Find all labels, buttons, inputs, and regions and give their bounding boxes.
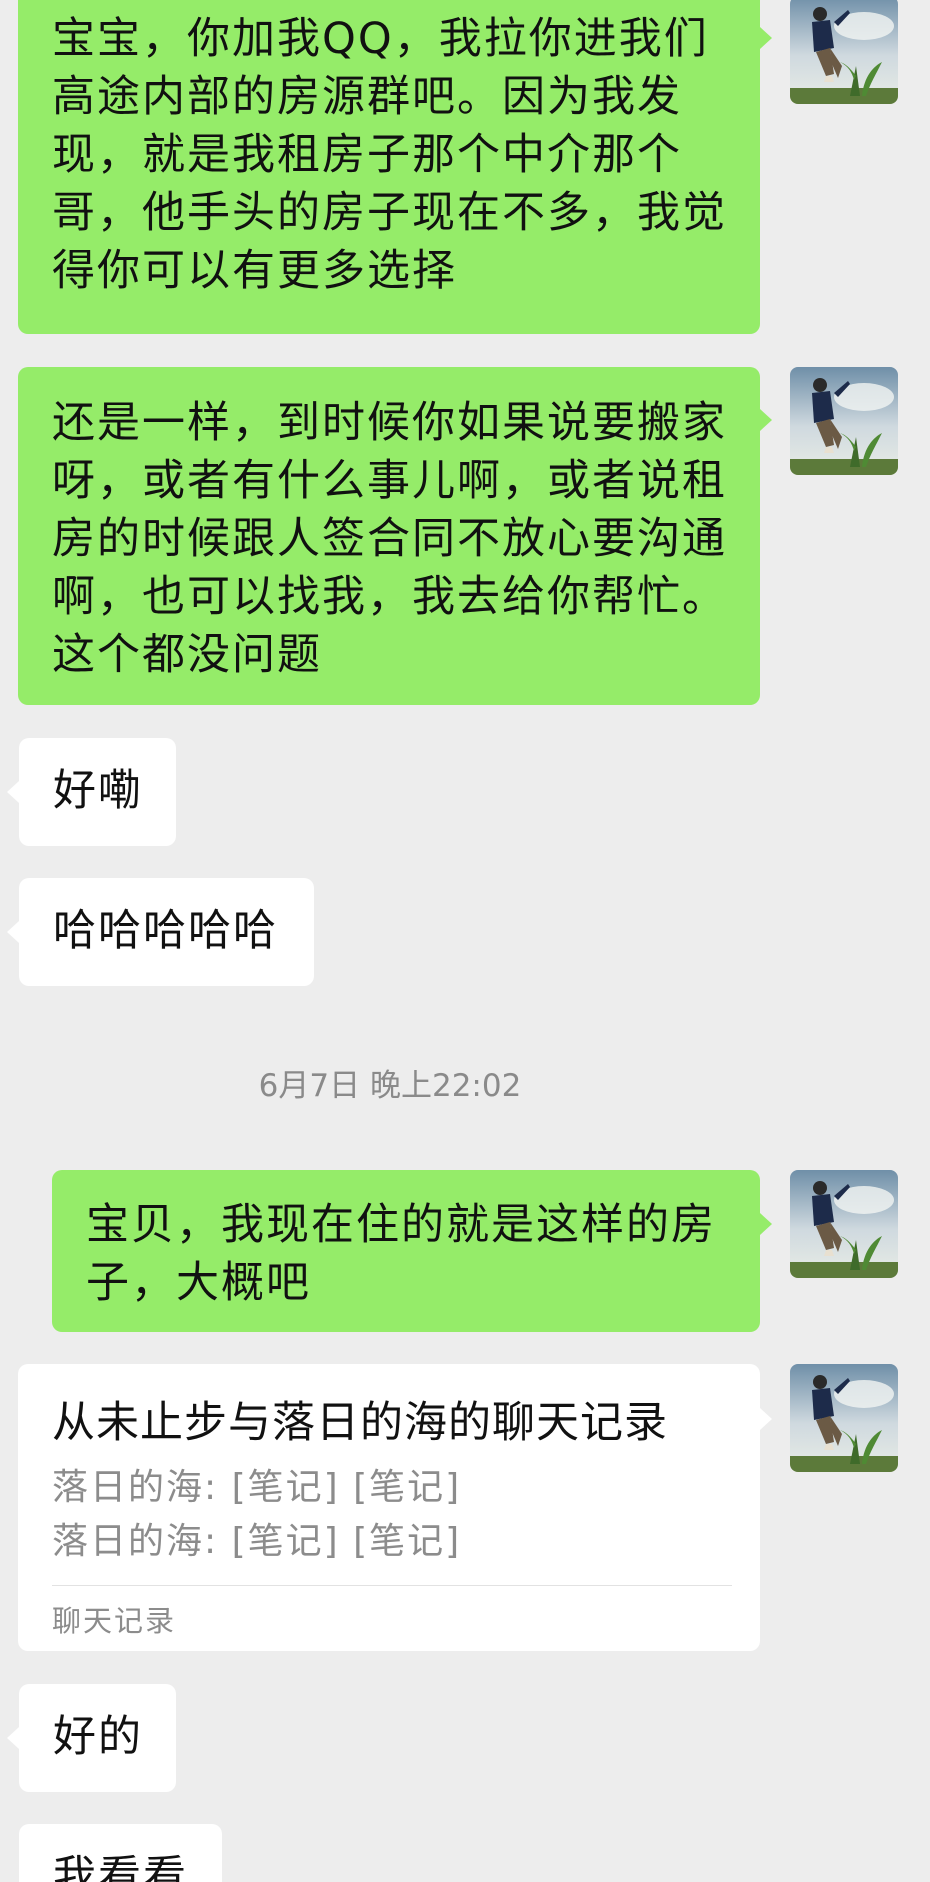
message-bubble-sent[interactable]: 宝贝，我现在住的就是这样的房子，大概吧 bbox=[52, 1170, 760, 1332]
message-text: 好嘞 bbox=[53, 766, 143, 816]
bubble-tail bbox=[760, 27, 772, 49]
message-text: 宝贝，我现在住的就是这样的房子，大概吧 bbox=[86, 1200, 716, 1308]
chat-record-footer: 聊天记录 bbox=[52, 1604, 177, 1638]
divider bbox=[52, 1585, 732, 1586]
my-avatar[interactable] bbox=[790, 367, 898, 475]
bubble-tail bbox=[7, 781, 19, 803]
bubble-tail bbox=[760, 1408, 772, 1430]
my-avatar[interactable] bbox=[790, 1170, 898, 1278]
message-text: 我看看 bbox=[53, 1852, 188, 1882]
chat-record-card[interactable]: 从未止步与落日的海的聊天记录 落日的海: [笔记] [笔记] 落日的海: [笔记… bbox=[18, 1364, 760, 1651]
bubble-tail bbox=[760, 409, 772, 431]
message-bubble-received[interactable]: 好的 bbox=[19, 1684, 176, 1792]
avatar-photo-icon bbox=[790, 0, 898, 104]
chat-record-line: 落日的海: [笔记] [笔记] bbox=[52, 1521, 462, 1562]
avatar-photo-icon bbox=[790, 1170, 898, 1278]
message-timestamp: 6月7日 晚上22:02 bbox=[258, 1068, 522, 1104]
bubble-tail bbox=[7, 921, 19, 943]
message-text: 哈哈哈哈哈 bbox=[53, 906, 278, 956]
chat-area[interactable]: 宝宝，你加我QQ，我拉你进我们高途内部的房源群吧。因为我发现，就是我租房子那个中… bbox=[0, 0, 930, 1882]
message-text: 宝宝，你加我QQ，我拉你进我们高途内部的房源群吧。因为我发现，就是我租房子那个中… bbox=[52, 14, 727, 296]
avatar-photo-icon bbox=[790, 367, 898, 475]
message-bubble-received[interactable]: 哈哈哈哈哈 bbox=[19, 878, 314, 986]
avatar-photo-icon bbox=[790, 1364, 898, 1472]
message-bubble-received[interactable]: 好嘞 bbox=[19, 738, 176, 846]
message-bubble-sent[interactable]: 还是一样，到时候你如果说要搬家呀，或者有什么事儿啊，或者说租房的时候跟人签合同不… bbox=[18, 367, 760, 705]
message-text: 好的 bbox=[53, 1712, 143, 1762]
bubble-tail bbox=[760, 1213, 772, 1235]
chat-record-title: 从未止步与落日的海的聊天记录 bbox=[52, 1398, 668, 1448]
my-avatar[interactable] bbox=[790, 0, 898, 104]
message-text: 还是一样，到时候你如果说要搬家呀，或者有什么事儿啊，或者说租房的时候跟人签合同不… bbox=[52, 398, 727, 680]
bubble-tail bbox=[7, 1727, 19, 1749]
message-bubble-sent[interactable]: 宝宝，你加我QQ，我拉你进我们高途内部的房源群吧。因为我发现，就是我租房子那个中… bbox=[18, 0, 760, 334]
chat-record-line: 落日的海: [笔记] [笔记] bbox=[52, 1467, 462, 1508]
message-bubble-received[interactable]: 我看看 bbox=[19, 1824, 222, 1882]
my-avatar[interactable] bbox=[790, 1364, 898, 1472]
